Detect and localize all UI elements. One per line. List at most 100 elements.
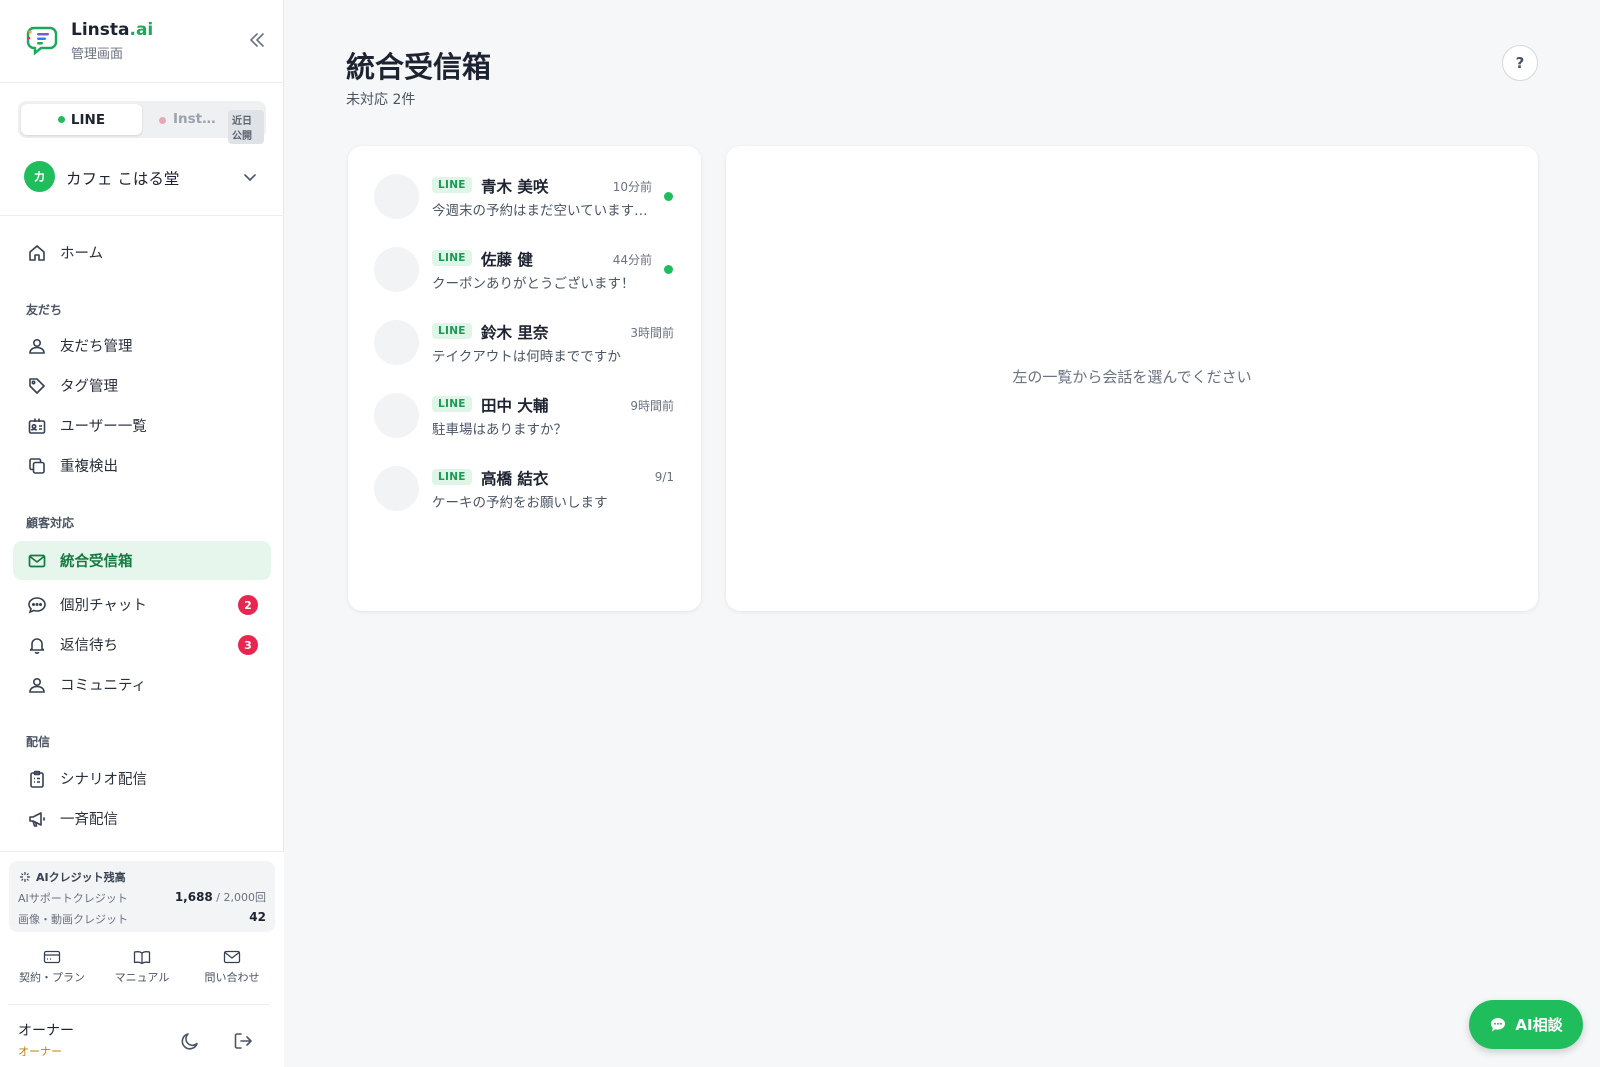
conversation-list: LINE 青木 美咲 10分前 今週末の予約はまだ空いていますか？ LINE 佐…: [348, 146, 701, 611]
channel-tag: LINE: [432, 469, 472, 485]
page-subtitle: 未対応 2件: [346, 92, 416, 108]
ai-credit-panel: AIクレジット残高 AIサポートクレジット 1,688 / 2,000回 画像・…: [9, 861, 275, 932]
avatar: [374, 320, 419, 365]
channel-switch: LINE Inst… 近日公開: [18, 101, 266, 144]
nav-individual-chat[interactable]: 個別チャット 2: [13, 585, 271, 624]
nav-scenario-delivery[interactable]: シナリオ配信: [13, 759, 271, 798]
message-time: 10分前: [612, 180, 652, 194]
coming-soon-badge: 近日公開: [228, 110, 264, 144]
mail-icon: [28, 554, 46, 567]
nav-unified-inbox[interactable]: 統合受信箱: [13, 541, 271, 580]
support-credit-row: AIサポートクレジット 1,688 / 2,000回: [18, 890, 266, 905]
contact-name: 高橋 結衣: [481, 470, 549, 488]
user-role: オーナー: [18, 1045, 62, 1058]
bell-icon: [29, 637, 45, 654]
unread-count-badge: 2: [238, 595, 258, 615]
bottom-links: 契約・プラン マニュアル 問い合わせ: [0, 949, 284, 989]
avatar: [374, 174, 419, 219]
contact-name: 田中 大輔: [481, 397, 549, 415]
mail-icon: [223, 950, 241, 964]
nav-home[interactable]: ホーム: [13, 233, 271, 272]
manual-link[interactable]: マニュアル: [97, 949, 187, 985]
media-credit-row: 画像・動画クレジット 42: [18, 910, 266, 926]
conversation-detail-panel: 左の一覧から会話を選んでください: [726, 146, 1538, 611]
account-avatar: カ: [24, 161, 55, 192]
tag-icon: [29, 377, 45, 394]
account-name: カフェ こはる堂: [66, 170, 180, 188]
nav-duplicate-detect[interactable]: 重複検出: [13, 446, 271, 485]
sparkle-icon: [20, 872, 30, 882]
channel-tag: LINE: [432, 177, 472, 193]
message-time: 9/1: [654, 470, 674, 484]
message-preview: ケーキの予約をお願いします: [432, 495, 608, 511]
brand-name: Linsta.ai: [71, 20, 154, 40]
unread-dot: [664, 265, 673, 274]
media-credit-value: 42: [249, 910, 266, 924]
message-preview: 駐車場はありますか？: [432, 422, 567, 438]
community-icon: [29, 677, 45, 693]
divider: [0, 215, 284, 216]
nav-tag-manage[interactable]: タグ管理: [13, 366, 271, 405]
help-button[interactable]: ?: [1502, 45, 1538, 81]
conversation-item[interactable]: LINE 佐藤 健 44分前 クーポンありがとうございます！: [374, 247, 676, 307]
nav-friends-manage[interactable]: 友だち管理: [13, 326, 271, 365]
message-preview: 今週末の予約はまだ空いていますか？: [432, 203, 652, 219]
conversation-item[interactable]: LINE 田中 大輔 9時間前 駐車場はありますか？: [374, 393, 676, 453]
conversation-item[interactable]: LINE 鈴木 里奈 3時間前 テイクアウトは何時までですか: [374, 320, 676, 380]
book-icon: [133, 951, 151, 965]
unread-dot: [664, 192, 673, 201]
line-status-dot: [57, 116, 65, 123]
chat-bubble-icon: [28, 596, 46, 613]
conversation-item[interactable]: LINE 高橋 結衣 9/1 ケーキの予約をお願いします: [374, 466, 676, 526]
section-label-customer: 顧客対応: [26, 516, 75, 530]
avatar: [374, 466, 419, 511]
sidebar: Linsta.ai 管理画面 LINE Inst… 近日公開 カ カフェ こはる…: [0, 0, 284, 1067]
avatar: [374, 393, 419, 438]
logout-icon[interactable]: [231, 1029, 255, 1053]
contact-link[interactable]: 問い合わせ: [187, 949, 277, 985]
collapse-sidebar-icon[interactable]: [246, 28, 268, 52]
users-icon: [29, 338, 45, 354]
message-preview: テイクアウトは何時までですか: [432, 349, 621, 365]
message-time: 3時間前: [630, 326, 674, 340]
instagram-status-dot: [159, 117, 166, 124]
message-preview: クーポンありがとうございます！: [432, 276, 635, 292]
sidebar-footer: AIクレジット残高 AIサポートクレジット 1,688 / 2,000回 画像・…: [0, 851, 284, 1067]
conversation-item[interactable]: LINE 青木 美咲 10分前 今週末の予約はまだ空いていますか？: [374, 174, 676, 234]
clipboard-icon: [30, 770, 44, 788]
contact-name: 青木 美咲: [481, 178, 549, 196]
awaiting-count-badge: 3: [238, 635, 258, 655]
brand-logo-icon: [26, 26, 58, 56]
section-label-delivery: 配信: [26, 735, 51, 749]
channel-tag: LINE: [432, 250, 472, 266]
moon-icon[interactable]: [178, 1029, 202, 1053]
divider: [8, 1004, 270, 1005]
nav-awaiting-reply[interactable]: 返信待ち 3: [13, 625, 271, 664]
contact-name: 鈴木 里奈: [481, 324, 549, 342]
contact-name: 佐藤 健: [481, 251, 533, 269]
credit-title: AIクレジット残高: [19, 869, 126, 885]
message-time: 9時間前: [630, 399, 674, 413]
nav-broadcast[interactable]: 一斉配信: [13, 799, 271, 838]
account-selector[interactable]: カ カフェ こはる堂: [24, 161, 262, 193]
copy-icon: [29, 457, 45, 474]
channel-tab-line[interactable]: LINE: [21, 104, 142, 135]
avatar: [374, 247, 419, 292]
page-title: 統合受信箱: [346, 50, 492, 84]
brand-header: Linsta.ai 管理画面: [0, 0, 283, 83]
home-icon: [29, 244, 45, 261]
message-time: 44分前: [612, 253, 652, 267]
megaphone-icon: [29, 811, 45, 827]
channel-tab-instagram[interactable]: Inst… 近日公開: [142, 104, 264, 144]
contract-plan-link[interactable]: 契約・プラン: [7, 949, 97, 985]
id-card-icon: [28, 418, 46, 434]
ai-consult-button[interactable]: AI相談: [1469, 1000, 1583, 1049]
channel-tag: LINE: [432, 396, 472, 412]
user-name: オーナー: [18, 1023, 74, 1039]
nav-user-list[interactable]: ユーザー一覧: [13, 406, 271, 445]
empty-state-message: 左の一覧から会話を選んでください: [1012, 368, 1252, 386]
credit-card-icon: [43, 950, 61, 964]
channel-tag: LINE: [432, 323, 472, 339]
nav-community[interactable]: コミュニティ: [13, 665, 271, 704]
chat-icon: [1491, 1017, 1506, 1031]
